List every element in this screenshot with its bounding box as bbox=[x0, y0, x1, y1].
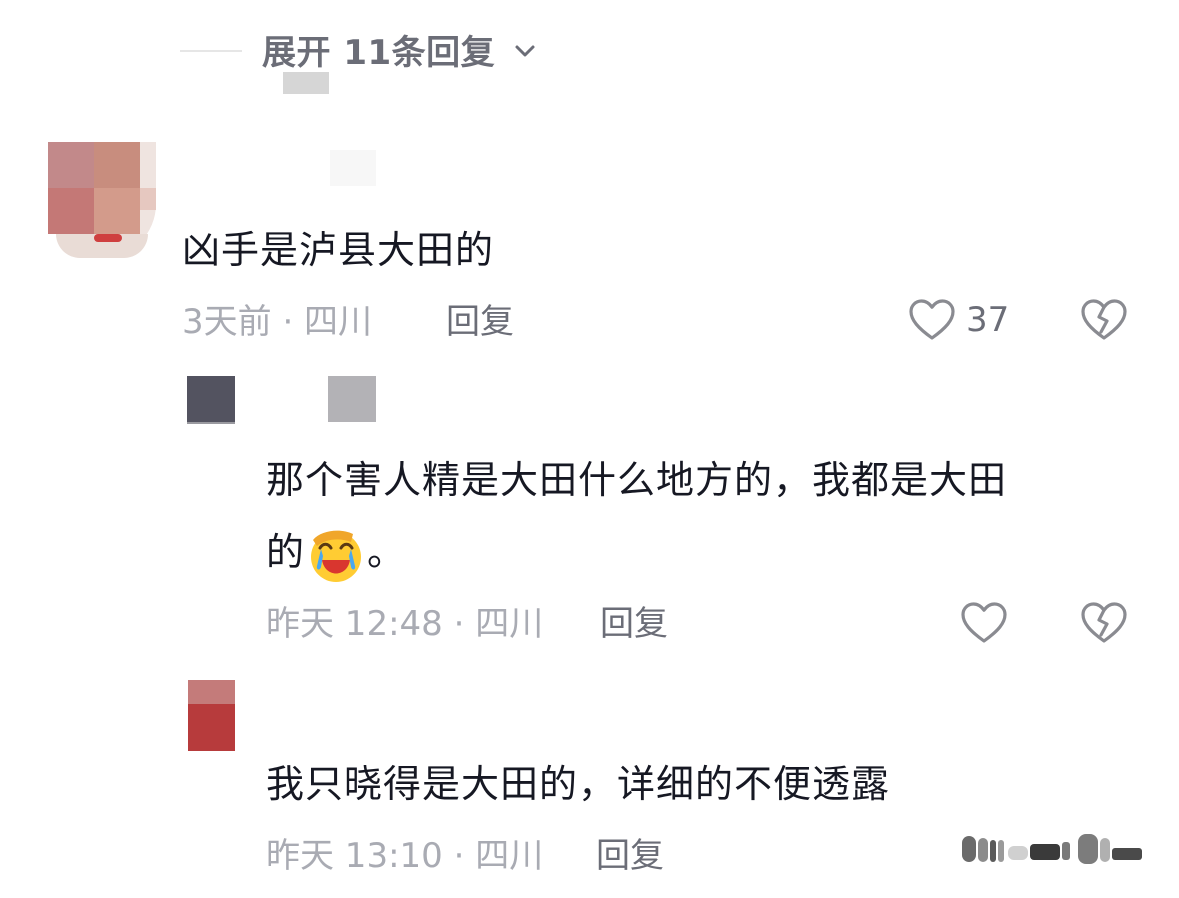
comment-timestamp-location: 昨天 13:10 · 四川 bbox=[266, 836, 544, 876]
comment-timestamp-location: 昨天 12:48 · 四川 bbox=[266, 604, 544, 644]
reply-button[interactable]: 回复 bbox=[600, 602, 668, 646]
expand-replies-button[interactable]: 展开 11条回复 bbox=[262, 30, 495, 76]
heart-outline-icon[interactable] bbox=[960, 601, 1008, 645]
comment-timestamp-location: 3天前 · 四川 bbox=[182, 302, 373, 342]
comment-text: 我只晓得是大田的，详细的不便透露 bbox=[266, 762, 891, 806]
comment-text-fragment: 。 bbox=[367, 530, 407, 574]
heart-outline-icon[interactable] bbox=[908, 298, 956, 342]
avatar[interactable] bbox=[187, 376, 235, 424]
chevron-down-icon[interactable] bbox=[512, 38, 538, 64]
avatar[interactable] bbox=[48, 142, 156, 258]
divider-line bbox=[180, 50, 242, 52]
like-count: 37 bbox=[966, 300, 1010, 340]
broken-heart-icon[interactable] bbox=[1080, 298, 1128, 342]
broken-heart-icon[interactable] bbox=[1080, 601, 1128, 645]
comment-text-fragment: 的 bbox=[266, 530, 306, 574]
avatar[interactable] bbox=[188, 680, 235, 751]
comment-text: 凶手是泸县大田的 bbox=[182, 228, 495, 272]
watermark-overlay bbox=[962, 834, 1142, 864]
comment-text-line: 的 。 bbox=[266, 516, 1116, 588]
mosaic-redaction bbox=[328, 376, 376, 422]
facepalm-crying-emoji-icon bbox=[311, 530, 362, 582]
reply-button[interactable]: 回复 bbox=[446, 300, 514, 344]
reply-button[interactable]: 回复 bbox=[596, 834, 664, 878]
mosaic-redaction bbox=[330, 150, 376, 186]
comment-text: 那个害人精是大田什么地方的，我都是大田 的 。 bbox=[266, 444, 1116, 588]
comment-text-line: 那个害人精是大田什么地方的，我都是大田 bbox=[266, 458, 1008, 502]
mosaic-redaction bbox=[283, 72, 329, 94]
